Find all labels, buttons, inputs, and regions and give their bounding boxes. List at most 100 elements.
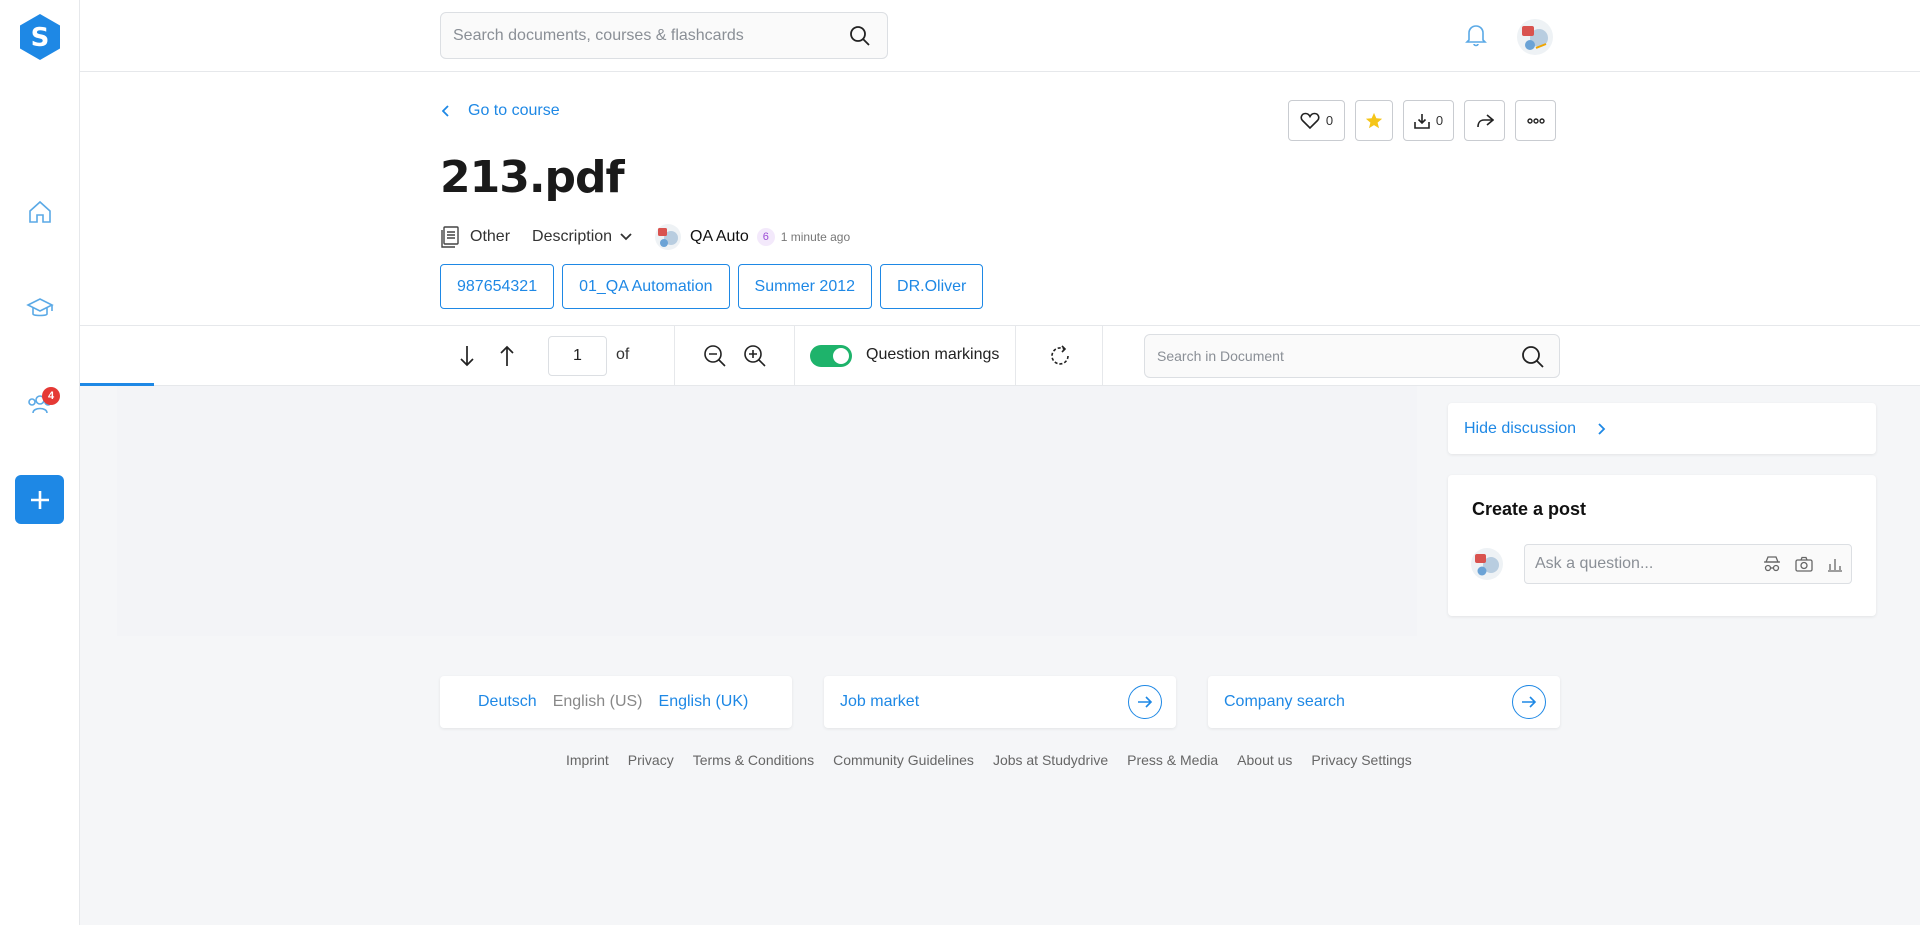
zoom-in-button[interactable] (742, 343, 768, 369)
download-button[interactable]: 0 (1403, 100, 1454, 141)
footer-link-guidelines[interactable]: Community Guidelines (833, 752, 974, 768)
top-bar (80, 0, 1920, 72)
language-deutsch[interactable]: Deutsch (478, 693, 537, 711)
company-search-link[interactable]: Company search (1208, 676, 1560, 728)
language-english-us[interactable]: English (US) (553, 693, 643, 711)
previous-page-button[interactable] (494, 343, 520, 369)
poll-icon[interactable] (1827, 556, 1843, 572)
home-icon[interactable] (20, 192, 60, 232)
global-search (440, 12, 888, 59)
upload-time: 1 minute ago (780, 230, 851, 244)
bell-icon[interactable] (1464, 22, 1488, 48)
zoom-out-button[interactable] (702, 343, 728, 369)
back-label: Go to course (468, 102, 560, 119)
footer-link-privacy-settings[interactable]: Privacy Settings (1311, 752, 1411, 768)
like-count: 0 (1325, 113, 1334, 128)
question-markings-label: Question markings (866, 346, 1000, 363)
anonymous-icon[interactable] (1763, 556, 1781, 572)
zoom-out-icon (704, 345, 726, 367)
favorite-button[interactable] (1355, 100, 1393, 141)
footer-link-terms[interactable]: Terms & Conditions (693, 752, 814, 768)
tag-chip[interactable]: Summer 2012 (737, 264, 873, 309)
arrow-right-icon (1128, 685, 1162, 719)
footer-link-jobs[interactable]: Jobs at Studydrive (993, 752, 1108, 768)
tag-chip[interactable]: 987654321 (440, 264, 555, 309)
page-of-label: of (616, 346, 630, 363)
footer-link-press[interactable]: Press & Media (1127, 752, 1218, 768)
description-label: Description (532, 228, 613, 245)
document-actions: 0 0 (1288, 100, 1556, 141)
create-post-title: Create a post (1472, 499, 1587, 519)
toolbar-divider (794, 326, 795, 386)
ask-question-field (1524, 544, 1852, 584)
document-search (1144, 334, 1560, 378)
tag-chip[interactable]: DR.Oliver (880, 264, 984, 309)
ask-question-input[interactable] (1535, 545, 1755, 583)
more-icon (1526, 117, 1545, 124)
create-post-card: Create a post (1448, 475, 1876, 616)
download-count: 0 (1435, 113, 1444, 128)
heart-icon (1300, 112, 1320, 129)
company-search-label: Company search (1224, 693, 1345, 710)
author-avatar[interactable] (654, 223, 682, 251)
rotate-icon (1051, 345, 1069, 365)
footer-link-imprint[interactable]: Imprint (566, 752, 609, 768)
share-button[interactable] (1464, 100, 1505, 141)
language-selector: Deutsch English (US) English (UK) (440, 676, 792, 728)
question-markings-toggle[interactable] (810, 345, 852, 367)
document-type: Other (470, 228, 511, 245)
document-toolbar: of Question markings (80, 326, 1920, 386)
description-toggle[interactable]: Description (532, 228, 632, 246)
document-meta: Other Description QA Auto 6 1 minute ago (440, 222, 850, 252)
chevron-right-icon (1598, 422, 1606, 435)
search-icon[interactable] (1521, 345, 1545, 369)
camera-icon[interactable] (1795, 556, 1813, 572)
document-search-input[interactable] (1157, 335, 1497, 377)
document-icon (441, 226, 459, 248)
language-english-uk[interactable]: English (UK) (659, 693, 749, 711)
page-number-input[interactable] (548, 336, 607, 376)
job-market-label: Job market (840, 693, 920, 710)
global-search-input[interactable] (453, 13, 833, 58)
search-icon[interactable] (849, 25, 871, 47)
footer-link-about[interactable]: About us (1237, 752, 1292, 768)
courses-icon[interactable] (20, 288, 60, 328)
share-icon (1476, 113, 1494, 127)
left-rail: S 4 (0, 0, 80, 925)
author-name[interactable]: QA Auto (690, 228, 749, 246)
like-button[interactable]: 0 (1288, 100, 1345, 141)
tag-list: 987654321 01_QA Automation Summer 2012 D… (440, 264, 984, 309)
document-header: Go to course 213.pdf Other Description Q… (80, 72, 1920, 326)
svg-text:S: S (31, 23, 50, 53)
footer-link-privacy[interactable]: Privacy (628, 752, 674, 768)
author-level-badge: 6 (756, 228, 775, 246)
toolbar-divider (674, 326, 675, 386)
toolbar-divider (1102, 326, 1103, 386)
back-to-course-link[interactable]: Go to course (442, 102, 560, 120)
add-button[interactable] (15, 475, 64, 524)
arrow-down-icon (460, 346, 474, 367)
job-market-link[interactable]: Job market (824, 676, 1176, 728)
footer-links: Imprint Privacy Terms & Conditions Commu… (566, 752, 1412, 768)
studydrive-logo[interactable]: S (18, 13, 62, 61)
user-avatar (1471, 548, 1503, 580)
hide-discussion-button[interactable]: Hide discussion (1448, 403, 1876, 454)
post-tools (1763, 556, 1843, 572)
zoom-in-icon (744, 345, 766, 367)
user-avatar[interactable] (1516, 18, 1554, 56)
tag-chip[interactable]: 01_QA Automation (562, 264, 730, 309)
document-viewer[interactable] (117, 386, 1417, 636)
more-options-button[interactable] (1515, 100, 1556, 141)
arrow-up-icon (500, 345, 514, 366)
toolbar-divider (1015, 326, 1016, 386)
rotate-button[interactable] (1046, 342, 1074, 370)
arrow-right-icon (1512, 685, 1546, 719)
download-icon (1414, 113, 1430, 129)
hide-discussion-label: Hide discussion (1464, 419, 1577, 437)
page-title: 213.pdf (440, 152, 625, 203)
star-icon (1365, 112, 1383, 128)
chevron-down-icon (620, 233, 632, 241)
notification-badge: 4 (42, 387, 60, 405)
next-page-button[interactable] (454, 343, 480, 369)
plus-icon (30, 490, 49, 509)
